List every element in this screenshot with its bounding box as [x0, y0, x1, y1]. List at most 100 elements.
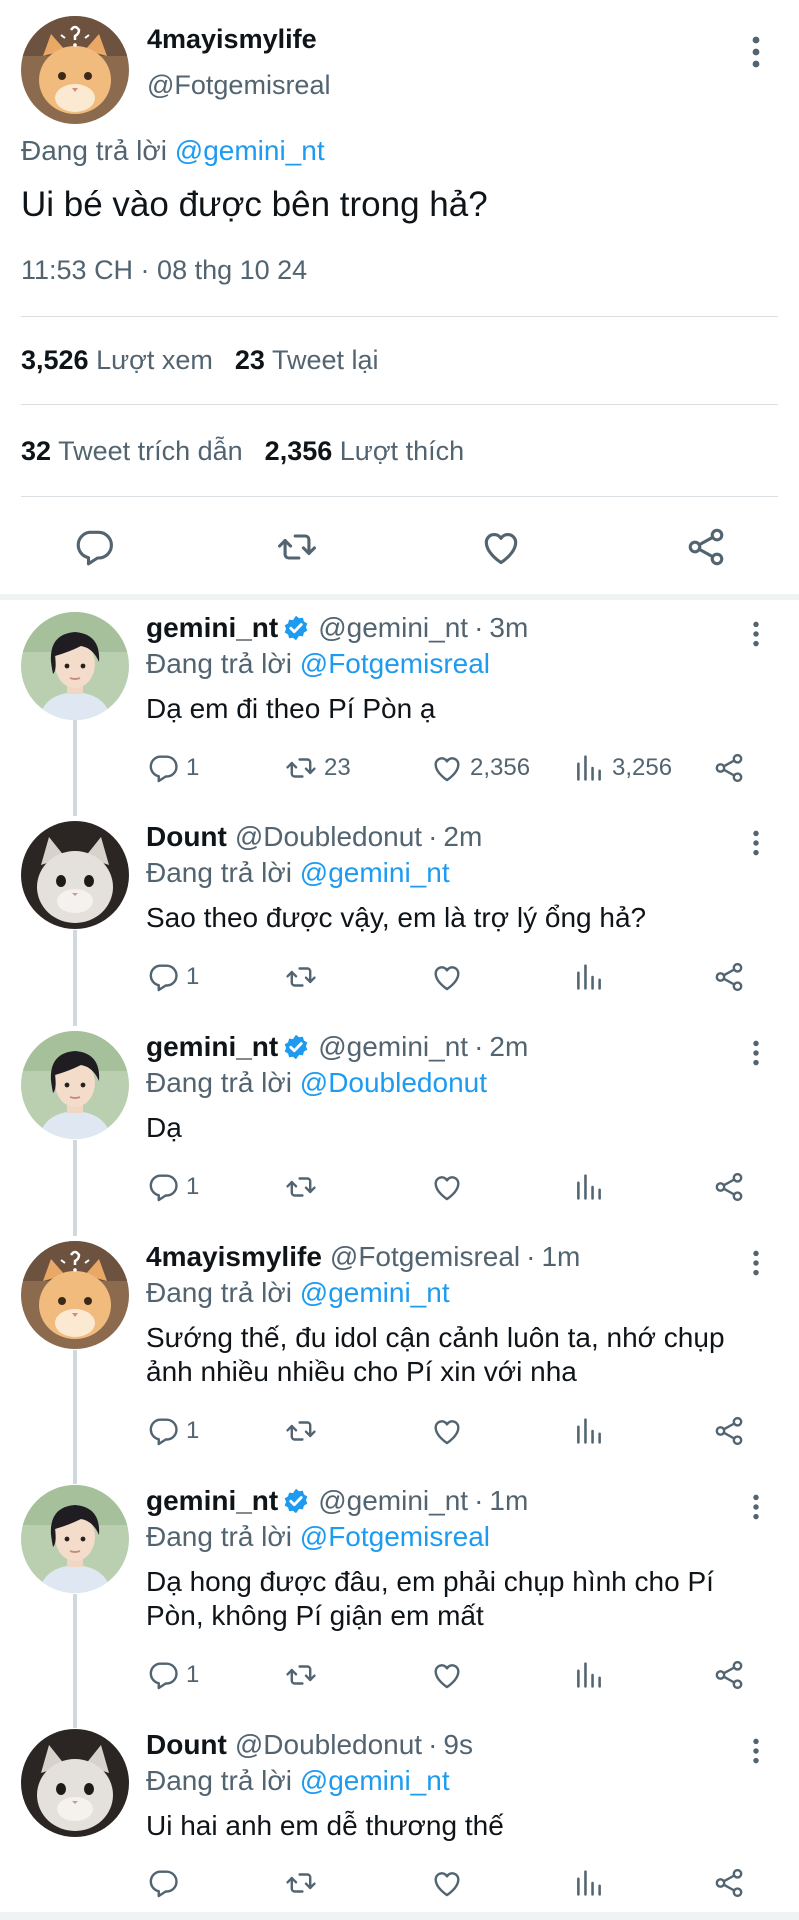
reply-count: 1: [186, 1417, 200, 1444]
views-action[interactable]: [572, 1655, 606, 1695]
reply-time[interactable]: 2m: [443, 821, 482, 853]
reply-time[interactable]: 1m: [489, 1485, 528, 1517]
views-stat[interactable]: 3,526 Lượt xem: [21, 345, 213, 375]
views-action[interactable]: 3,256: [572, 748, 672, 788]
reply-time[interactable]: 9s: [443, 1729, 473, 1761]
more-options-icon[interactable]: [744, 1037, 768, 1069]
reply-action[interactable]: 1: [146, 1167, 199, 1207]
reply-tweet[interactable]: Dount @Doubledonut · 9s Đang trả lời @ge…: [0, 1729, 799, 1909]
like-action[interactable]: 2,356: [430, 748, 530, 788]
reply-display-name[interactable]: 4mayismylife: [146, 1241, 322, 1273]
reply-avatar[interactable]: [21, 1241, 129, 1349]
replying-to-mention[interactable]: @Doubledonut: [300, 1067, 487, 1098]
replying-prefix: Đang trả lời: [146, 1521, 292, 1552]
quotes-stat[interactable]: 32 Tweet trích dẫn: [21, 436, 243, 466]
views-action[interactable]: [572, 1167, 606, 1207]
share-action[interactable]: [712, 1411, 746, 1451]
retweet-action[interactable]: [284, 1863, 318, 1903]
reply-action[interactable]: 1: [146, 957, 199, 997]
like-action[interactable]: [430, 957, 464, 997]
replying-to-mention[interactable]: @gemini_nt: [175, 135, 325, 166]
reply-tweet[interactable]: gemini_nt @gemini_nt · 1m Đang trả lời @…: [0, 1485, 799, 1721]
more-options-icon[interactable]: [744, 1491, 768, 1523]
reply-handle[interactable]: @Doubledonut: [235, 821, 422, 853]
reply-handle[interactable]: @gemini_nt: [318, 1031, 468, 1063]
share-action[interactable]: [712, 748, 746, 788]
reply-actions: 1: [146, 1655, 766, 1695]
views-action[interactable]: [572, 1863, 606, 1903]
more-options-icon[interactable]: [744, 618, 768, 650]
replying-to-mention[interactable]: @gemini_nt: [300, 1277, 450, 1308]
replying-to-mention[interactable]: @Fotgemisreal: [300, 648, 490, 679]
retweet-action[interactable]: [284, 1655, 318, 1695]
reply-avatar[interactable]: [21, 1485, 129, 1593]
reply-icon: [146, 960, 180, 994]
more-options-icon[interactable]: [744, 32, 768, 72]
share-icon[interactable]: [684, 525, 728, 569]
share-action[interactable]: [712, 957, 746, 997]
views-action[interactable]: [572, 957, 606, 997]
replying-to-line: Đang trả lời @Doubledonut: [146, 1067, 487, 1099]
like-action[interactable]: [430, 1655, 464, 1695]
retweet-action[interactable]: [284, 957, 318, 997]
reply-tweet[interactable]: 4mayismylife @Fotgemisreal · 1m Đang trả…: [0, 1241, 799, 1477]
retweet-action[interactable]: [284, 1167, 318, 1207]
author-avatar[interactable]: [21, 16, 129, 124]
like-icon: [430, 960, 464, 994]
reply-time[interactable]: 3m: [489, 612, 528, 644]
divider: [21, 496, 778, 497]
reply-display-name[interactable]: Dount: [146, 1729, 227, 1761]
share-action[interactable]: [712, 1863, 746, 1903]
replying-prefix: Đang trả lời: [146, 1067, 292, 1098]
author-display-name[interactable]: 4mayismylife: [147, 24, 317, 55]
views-icon: [572, 1414, 606, 1448]
reply-handle[interactable]: @gemini_nt: [318, 1485, 468, 1517]
reply-action[interactable]: 1: [146, 1655, 199, 1695]
reply-tweet[interactable]: gemini_nt @gemini_nt · 3m Đang trả lời @…: [0, 612, 799, 812]
retweet-action[interactable]: 23: [284, 748, 351, 788]
like-action[interactable]: [430, 1411, 464, 1451]
replying-to-mention[interactable]: @Fotgemisreal: [300, 1521, 490, 1552]
like-icon[interactable]: [479, 525, 523, 569]
reply-time[interactable]: 2m: [489, 1031, 528, 1063]
views-action[interactable]: [572, 1411, 606, 1451]
retweet-action[interactable]: [284, 1411, 318, 1451]
reply-handle[interactable]: @Fotgemisreal: [330, 1241, 520, 1273]
reply-icon[interactable]: [72, 525, 116, 569]
share-action[interactable]: [712, 1167, 746, 1207]
reply-action[interactable]: 1: [146, 748, 199, 788]
reply-avatar[interactable]: [21, 821, 129, 929]
like-action[interactable]: [430, 1167, 464, 1207]
share-action[interactable]: [712, 1655, 746, 1695]
reply-time[interactable]: 1m: [541, 1241, 580, 1273]
reply-avatar[interactable]: [21, 612, 129, 720]
retweet-count: 23: [324, 754, 351, 781]
reply-avatar[interactable]: [21, 1031, 129, 1139]
reply-display-name[interactable]: gemini_nt: [146, 612, 278, 644]
reply-handle[interactable]: @gemini_nt: [318, 612, 468, 644]
reply-tweet[interactable]: Dount @Doubledonut · 2m Đang trả lời @ge…: [0, 821, 799, 1021]
retweet-icon[interactable]: [275, 525, 319, 569]
tweet-timestamp[interactable]: 11:53 CH · 08 thg 10 24: [21, 255, 307, 286]
reply-display-name[interactable]: Dount: [146, 821, 227, 853]
retweet-icon: [284, 960, 318, 994]
more-options-icon[interactable]: [744, 827, 768, 859]
like-action[interactable]: [430, 1863, 464, 1903]
reply-tweet[interactable]: gemini_nt @gemini_nt · 2m Đang trả lời @…: [0, 1031, 799, 1231]
more-options-icon[interactable]: [744, 1735, 768, 1767]
reply-display-name[interactable]: gemini_nt: [146, 1485, 278, 1517]
replying-to-mention[interactable]: @gemini_nt: [300, 1765, 450, 1796]
reply-display-name[interactable]: gemini_nt: [146, 1031, 278, 1063]
retweets-stat[interactable]: 23 Tweet lại: [235, 345, 379, 375]
reply-text: Ui hai anh em dễ thương thế: [146, 1810, 504, 1841]
views-icon: [572, 751, 606, 785]
reply-handle[interactable]: @Doubledonut: [235, 1729, 422, 1761]
like-icon: [430, 751, 464, 785]
likes-stat[interactable]: 2,356 Lượt thích: [265, 436, 464, 466]
more-options-icon[interactable]: [744, 1247, 768, 1279]
reply-action[interactable]: 1: [146, 1411, 199, 1451]
reply-avatar[interactable]: [21, 1729, 129, 1837]
replying-to-mention[interactable]: @gemini_nt: [300, 857, 450, 888]
author-handle[interactable]: @Fotgemisreal: [147, 70, 330, 101]
reply-action[interactable]: [146, 1863, 180, 1903]
